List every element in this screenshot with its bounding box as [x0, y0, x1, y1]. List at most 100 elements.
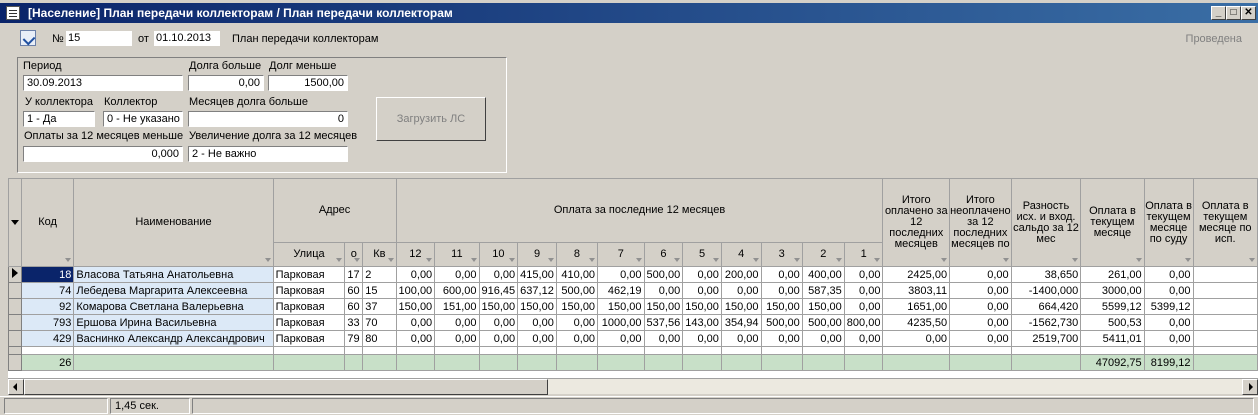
col-street[interactable]: Улица — [272, 242, 346, 267]
cell-month[interactable]: 150,00 — [395, 298, 436, 315]
cell-month[interactable]: 1000,00 — [597, 314, 645, 331]
cell-month[interactable]: 0,00 — [597, 266, 645, 283]
cell-month[interactable]: 150,00 — [801, 298, 845, 315]
cell-balance-diff[interactable]: 2519,700 — [1010, 330, 1082, 347]
cell-unpaid[interactable]: 0,00 — [949, 314, 1012, 331]
maximize-button[interactable]: □ — [1226, 6, 1241, 20]
cell-month[interactable]: 410,00 — [555, 266, 599, 283]
cell-name[interactable]: Комарова Светлана Валерьевна — [73, 298, 274, 315]
cell-month[interactable]: 150,00 — [478, 298, 519, 315]
cell-balance-diff[interactable]: 664,420 — [1010, 298, 1082, 315]
cell-month[interactable]: 637,12 — [517, 282, 557, 299]
cell-month[interactable]: 0,00 — [597, 330, 645, 347]
cell-month[interactable]: 0,00 — [434, 266, 480, 283]
accounts-grid[interactable]: Код Наименование Адрес Оплата за последн… — [8, 178, 1258, 378]
col-unpaid[interactable]: Итого неоплачено за 12 последних месяцев… — [949, 178, 1012, 267]
cell-month[interactable]: 0,00 — [555, 330, 599, 347]
col-month-6[interactable]: 6 — [643, 242, 684, 267]
col-month-12[interactable]: 12 — [395, 242, 436, 267]
cell-total-paid[interactable]: 2425,00 — [882, 266, 951, 283]
cell-month[interactable]: 200,00 — [720, 266, 762, 283]
cell-month[interactable]: 100,00 — [395, 282, 436, 299]
cell-total-paid[interactable]: 0,00 — [882, 330, 951, 347]
cell-balance-diff[interactable]: -1562,730 — [1010, 314, 1082, 331]
col-code[interactable]: Код — [20, 178, 75, 267]
cell-month[interactable]: 0,00 — [682, 266, 722, 283]
cell-street[interactable]: Парковая — [272, 266, 346, 283]
cell-month[interactable]: 150,00 — [517, 298, 557, 315]
cell-pay-current[interactable]: 500,53 — [1080, 314, 1145, 331]
close-button[interactable]: ✕ — [1241, 6, 1256, 20]
cell-unpaid[interactable]: 0,00 — [949, 266, 1012, 283]
col-pay-exec[interactable]: Оплата в текущем месяце по исп. — [1192, 178, 1258, 267]
cell-month[interactable]: 150,00 — [597, 298, 645, 315]
scroll-thumb[interactable] — [24, 379, 548, 395]
cell-month[interactable]: 0,00 — [643, 282, 684, 299]
cell-month[interactable]: 0,00 — [801, 330, 845, 347]
cell-street[interactable]: Парковая — [272, 282, 346, 299]
months-debt-field[interactable]: 0 — [188, 111, 348, 127]
table-row[interactable]: 18 Власова Татьяна Анатольевна Парковая … — [8, 266, 1258, 283]
cell-month[interactable]: 0,00 — [760, 330, 803, 347]
cell-pay-current[interactable]: 261,00 — [1080, 266, 1145, 283]
cell-street[interactable]: Парковая — [272, 314, 346, 331]
col-balance-diff[interactable]: Разность исх. и вход. сальдо за 12 мес — [1010, 178, 1082, 267]
cell-pay-court[interactable]: 5399,12 — [1143, 298, 1194, 315]
cell-month[interactable]: 354,94 — [720, 314, 762, 331]
col-month-11[interactable]: 11 — [434, 242, 480, 267]
cell-pay-court[interactable]: 0,00 — [1143, 266, 1194, 283]
cell-month[interactable]: 800,00 — [843, 314, 884, 331]
col-pay-current[interactable]: Оплата в текущем месяце — [1080, 178, 1145, 267]
cell-month[interactable]: 0,00 — [720, 282, 762, 299]
cell-total-paid[interactable]: 3803,11 — [882, 282, 951, 299]
cell-apt[interactable]: 70 — [362, 314, 397, 331]
cell-pay-exec[interactable] — [1192, 314, 1258, 331]
cell-name[interactable]: Ершова Ирина Васильевна — [73, 314, 274, 331]
cell-house[interactable]: 17 — [344, 266, 364, 283]
cell-month[interactable]: 537,56 — [643, 314, 684, 331]
cell-month[interactable]: 0,00 — [760, 282, 803, 299]
cell-pay-court[interactable]: 0,00 — [1143, 314, 1194, 331]
col-month-10[interactable]: 10 — [478, 242, 519, 267]
cell-month[interactable]: 500,00 — [555, 282, 599, 299]
cell-month[interactable]: 0,00 — [395, 266, 436, 283]
cell-month[interactable]: 462,19 — [597, 282, 645, 299]
table-row[interactable]: 92 Комарова Светлана Валерьевна Парковая… — [8, 298, 1258, 315]
cell-street[interactable]: Парковая — [272, 330, 346, 347]
load-accounts-button[interactable]: Загрузить ЛС — [376, 97, 486, 141]
debt-more-field[interactable]: 0,00 — [188, 75, 264, 91]
cell-month[interactable]: 415,00 — [517, 266, 557, 283]
cell-apt[interactable]: 2 — [362, 266, 397, 283]
col-month-2[interactable]: 2 — [801, 242, 845, 267]
debt-less-field[interactable]: 1500,00 — [268, 75, 348, 91]
cell-month[interactable]: 0,00 — [720, 330, 762, 347]
cell-house[interactable]: 60 — [344, 298, 364, 315]
col-month-5[interactable]: 5 — [682, 242, 722, 267]
cell-month[interactable]: 0,00 — [843, 282, 884, 299]
cell-apt[interactable]: 80 — [362, 330, 397, 347]
cell-total-paid[interactable]: 4235,50 — [882, 314, 951, 331]
table-row[interactable]: 429 Васнинко Александр Александрович Пар… — [8, 330, 1258, 347]
cell-code[interactable]: 18 — [20, 266, 75, 283]
cell-month[interactable]: 0,00 — [434, 314, 480, 331]
cell-apt[interactable]: 15 — [362, 282, 397, 299]
cell-month[interactable]: 151,00 — [434, 298, 480, 315]
cell-name[interactable]: Лебедева Маргарита Алексеевна — [73, 282, 274, 299]
col-month-4[interactable]: 4 — [720, 242, 762, 267]
cell-month[interactable]: 0,00 — [682, 330, 722, 347]
at-collector-field[interactable]: 1 - Да — [23, 111, 95, 127]
col-apt[interactable]: Кв — [362, 242, 397, 267]
cell-month[interactable]: 150,00 — [720, 298, 762, 315]
cell-month[interactable]: 0,00 — [682, 282, 722, 299]
cell-month[interactable]: 0,00 — [643, 330, 684, 347]
system-menu-icon[interactable] — [6, 6, 20, 20]
cell-name[interactable]: Власова Татьяна Анатольевна — [73, 266, 274, 283]
cell-pay-exec[interactable] — [1192, 298, 1258, 315]
cell-total-paid[interactable]: 1651,00 — [882, 298, 951, 315]
cell-month[interactable]: 916,45 — [478, 282, 519, 299]
cell-month[interactable]: 150,00 — [555, 298, 599, 315]
cell-apt[interactable]: 37 — [362, 298, 397, 315]
scroll-left-icon[interactable] — [8, 379, 24, 395]
col-month-8[interactable]: 8 — [555, 242, 599, 267]
cell-pay-exec[interactable] — [1192, 266, 1258, 283]
